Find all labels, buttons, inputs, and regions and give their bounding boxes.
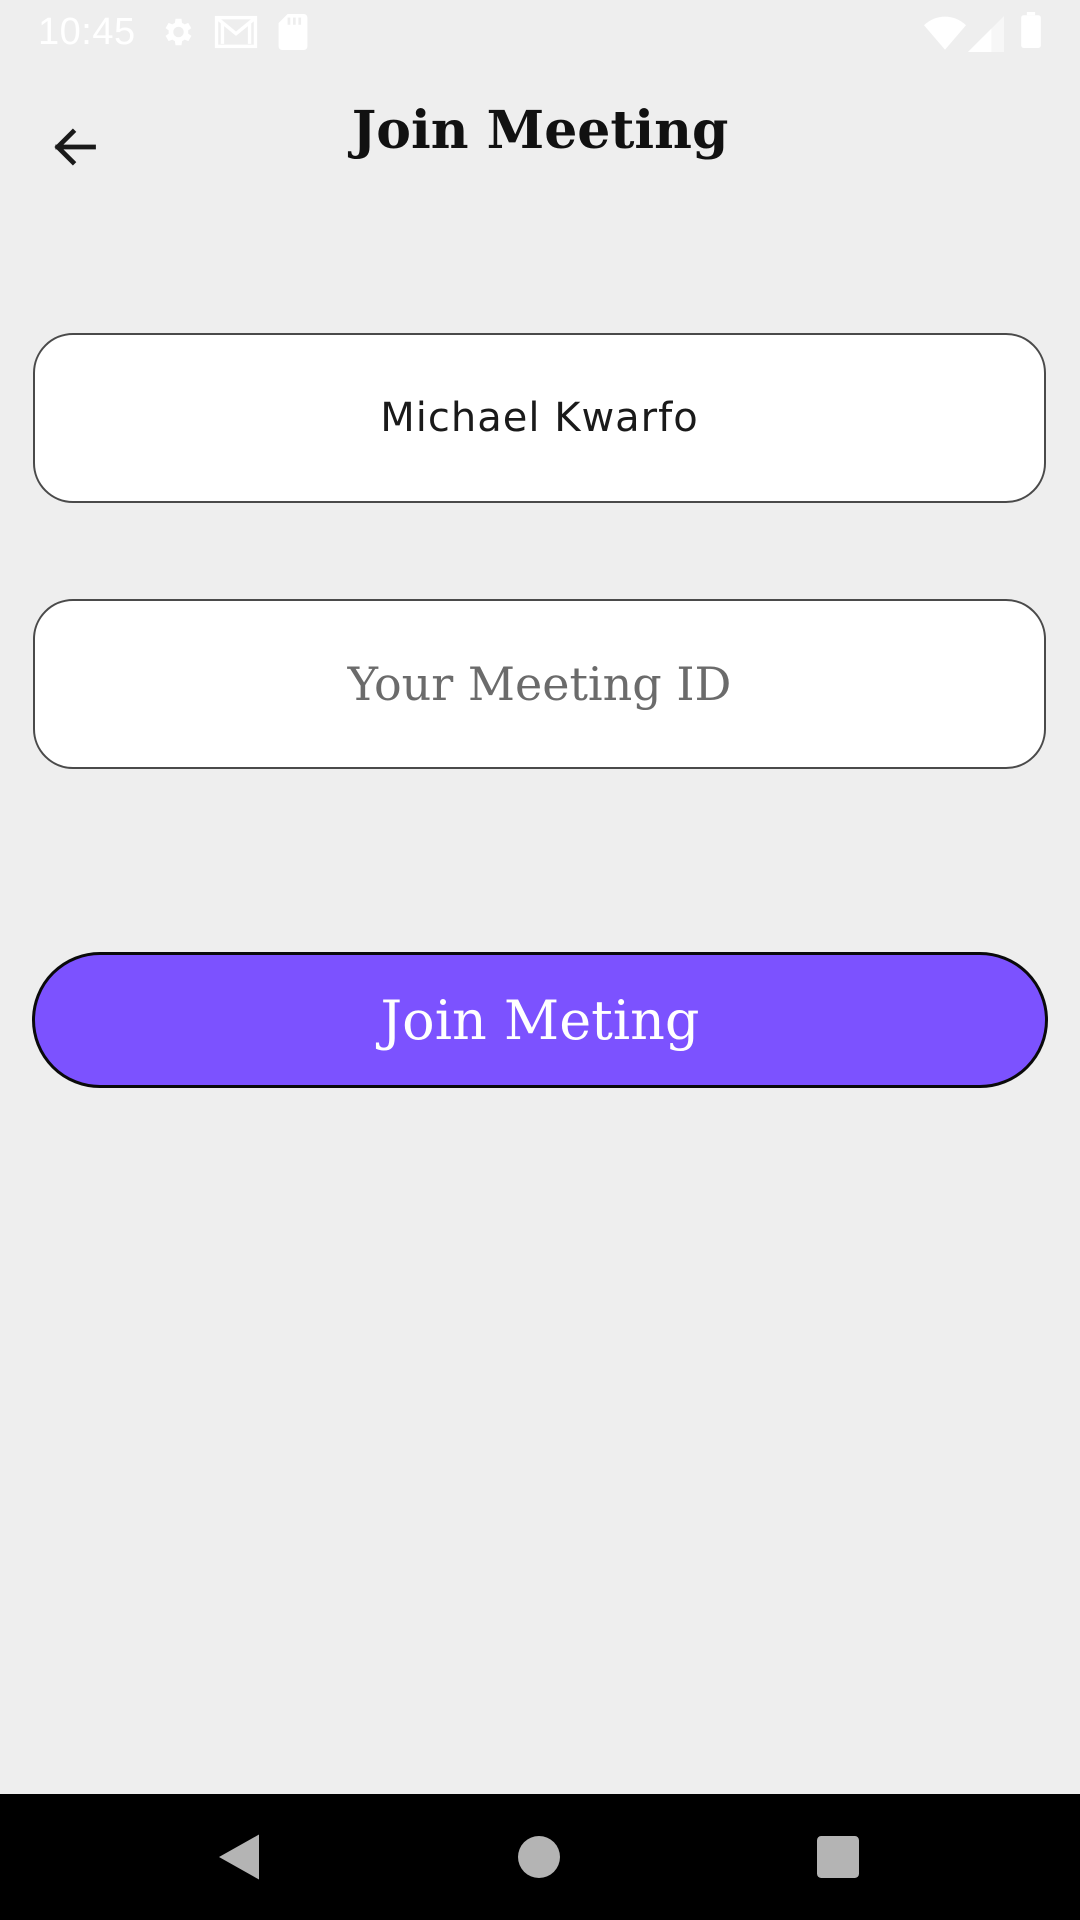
name-input[interactable]: [58, 394, 1021, 442]
join-meeting-button[interactable]: Join Meting: [32, 952, 1048, 1088]
nav-back-icon: [219, 1834, 259, 1880]
battery-icon: [1021, 12, 1041, 48]
wifi-icon: [924, 16, 966, 50]
meeting-id-input[interactable]: [58, 656, 1021, 712]
gmail-icon: [214, 15, 258, 49]
sd-card-icon: [278, 14, 308, 50]
navigation-bar: [0, 1794, 1080, 1920]
cellular-signal-icon: [968, 16, 1004, 52]
nav-back-button[interactable]: [194, 1812, 284, 1902]
page-title: Join Meeting: [351, 100, 729, 161]
status-bar: 10:45: [0, 0, 1080, 63]
nav-home-button[interactable]: [494, 1812, 584, 1902]
join-meeting-button-label: Join Meting: [380, 988, 700, 1052]
meeting-id-field[interactable]: [33, 599, 1046, 769]
nav-home-icon: [518, 1836, 560, 1878]
nav-recents-icon: [817, 1836, 859, 1878]
status-time: 10:45: [38, 11, 136, 53]
nav-recents-button[interactable]: [793, 1812, 883, 1902]
gear-icon: [165, 18, 192, 46]
app-bar: Join Meeting: [0, 63, 1080, 210]
name-field[interactable]: [33, 333, 1046, 503]
